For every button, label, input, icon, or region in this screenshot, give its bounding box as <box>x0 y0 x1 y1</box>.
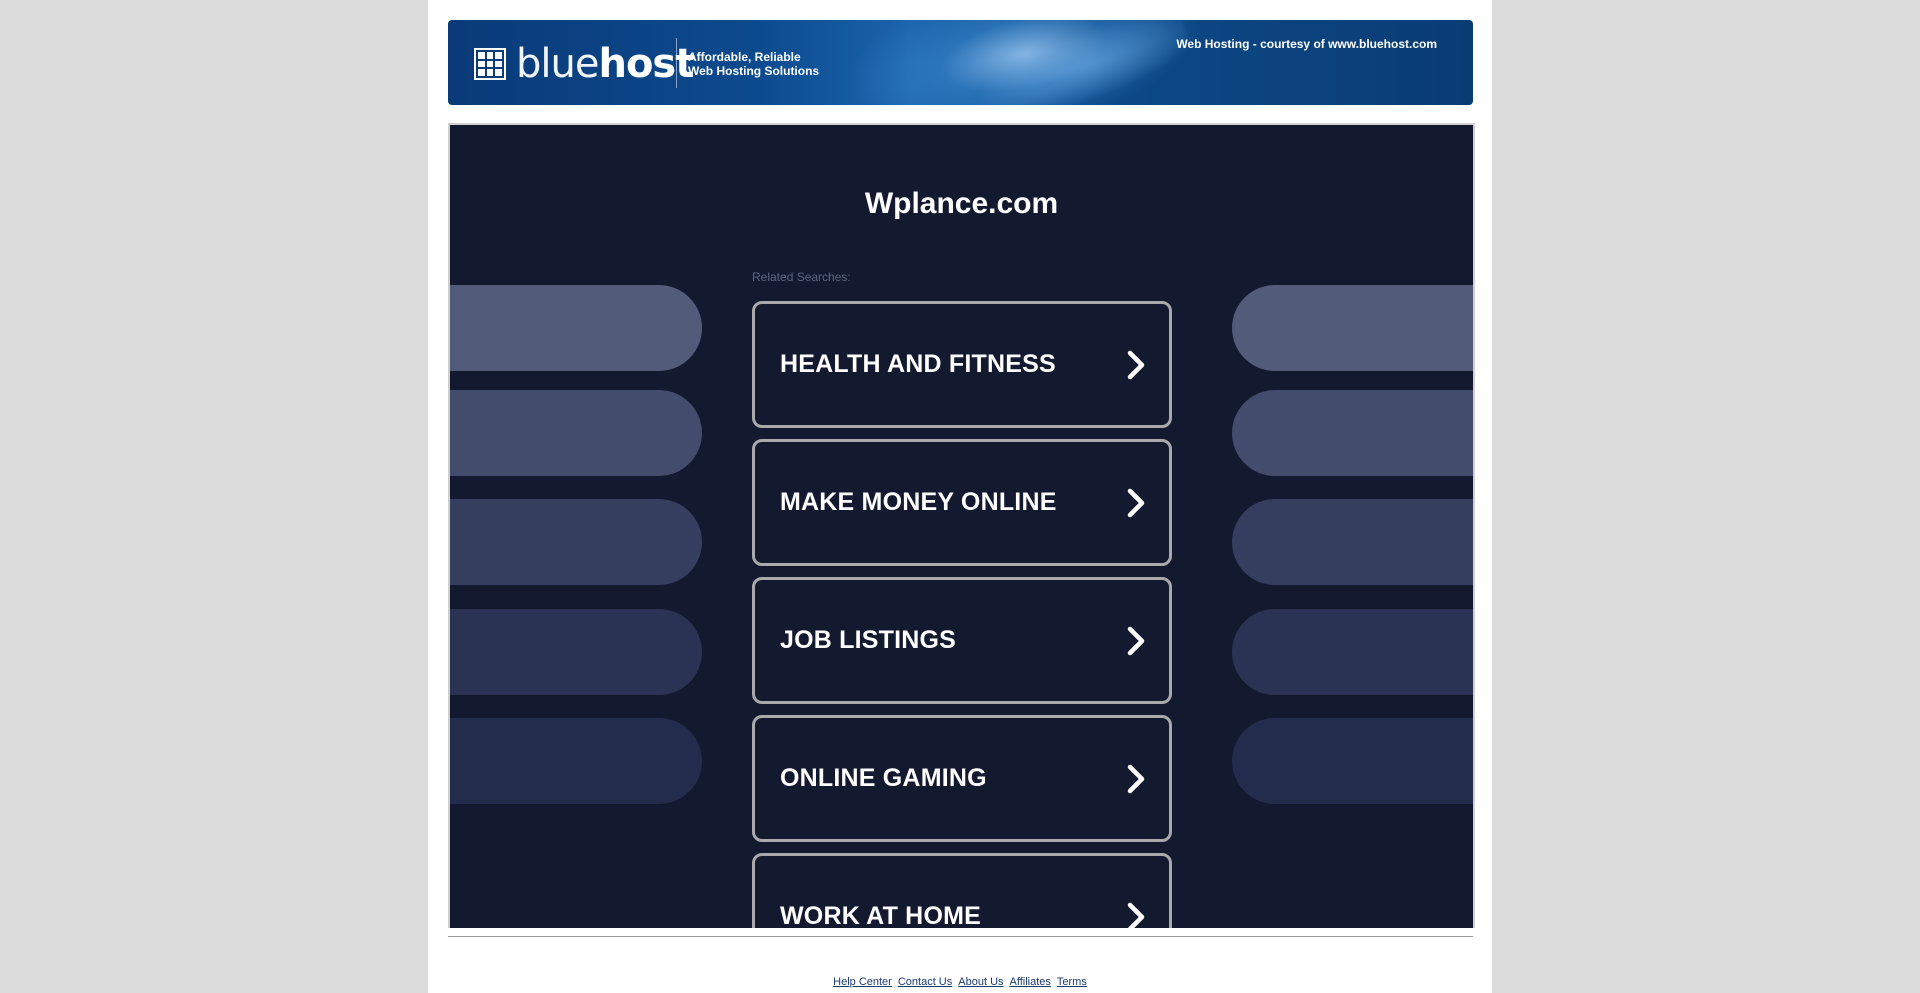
banner-divider <box>676 38 677 88</box>
decorative-pill-left <box>450 285 702 371</box>
footer-link-about-us[interactable]: About Us <box>958 976 1003 988</box>
tagline-line-2: Web Hosting Solutions <box>688 64 820 78</box>
chevron-right-icon <box>1127 488 1145 517</box>
related-search-button[interactable]: WORK AT HOME <box>752 853 1172 928</box>
parked-domain-panel: Wplance.com Related Searches: HEALTH AND… <box>448 123 1475 928</box>
logo-wordmark: bluehost <box>516 41 694 87</box>
footer-divider <box>448 936 1473 937</box>
decorative-pill-right <box>1232 499 1473 585</box>
bluehost-logo[interactable]: bluehost <box>474 41 694 87</box>
domain-title: Wplance.com <box>864 187 1059 220</box>
decorative-pill-left <box>450 718 702 804</box>
decorative-pill-right <box>1232 718 1473 804</box>
decorative-pill-left <box>450 390 702 476</box>
footer-link-help-center[interactable]: Help Center <box>833 976 892 988</box>
related-search-button[interactable]: ONLINE GAMING <box>752 715 1172 842</box>
related-search-label: HEALTH AND FITNESS <box>780 350 1056 378</box>
related-search-button[interactable]: HEALTH AND FITNESS <box>752 301 1172 428</box>
decorative-pill-right <box>1232 285 1473 371</box>
chevron-right-icon <box>1127 350 1145 379</box>
footer-link-terms[interactable]: Terms <box>1057 976 1087 988</box>
related-search-label: WORK AT HOME <box>780 902 981 928</box>
tagline-line-1: Affordable, Reliable <box>688 50 801 64</box>
decorative-pill-left <box>450 499 702 585</box>
footer-links: Help Center Contact Us About Us Affiliates T… <box>428 976 1492 988</box>
chevron-right-icon <box>1127 902 1145 928</box>
related-search-label: JOB LISTINGS <box>780 626 957 654</box>
chevron-right-icon <box>1127 764 1145 793</box>
related-search-button[interactable]: MAKE MONEY ONLINE <box>752 439 1172 566</box>
courtesy-text[interactable]: Web Hosting - courtesy of www.bluehost.c… <box>1176 37 1437 51</box>
decorative-pill-right <box>1232 390 1473 476</box>
footer-link-affiliates[interactable]: Affiliates <box>1010 976 1051 988</box>
page-container: bluehost Affordable, Reliable Web Hostin… <box>428 0 1492 993</box>
footer-link-contact-us[interactable]: Contact Us <box>898 976 952 988</box>
related-search-label: MAKE MONEY ONLINE <box>780 488 1057 516</box>
related-searches-label: Related Searches: <box>752 270 851 284</box>
chevron-right-icon <box>1127 626 1145 655</box>
decorative-pill-right <box>1232 609 1473 695</box>
related-search-label: ONLINE GAMING <box>780 764 987 792</box>
decorative-pill-left <box>450 609 702 695</box>
bluehost-banner[interactable]: bluehost Affordable, Reliable Web Hostin… <box>448 20 1473 105</box>
tagline: Affordable, Reliable Web Hosting Solutio… <box>688 50 819 78</box>
bluehost-grid-icon <box>474 48 506 80</box>
related-search-button[interactable]: JOB LISTINGS <box>752 577 1172 704</box>
